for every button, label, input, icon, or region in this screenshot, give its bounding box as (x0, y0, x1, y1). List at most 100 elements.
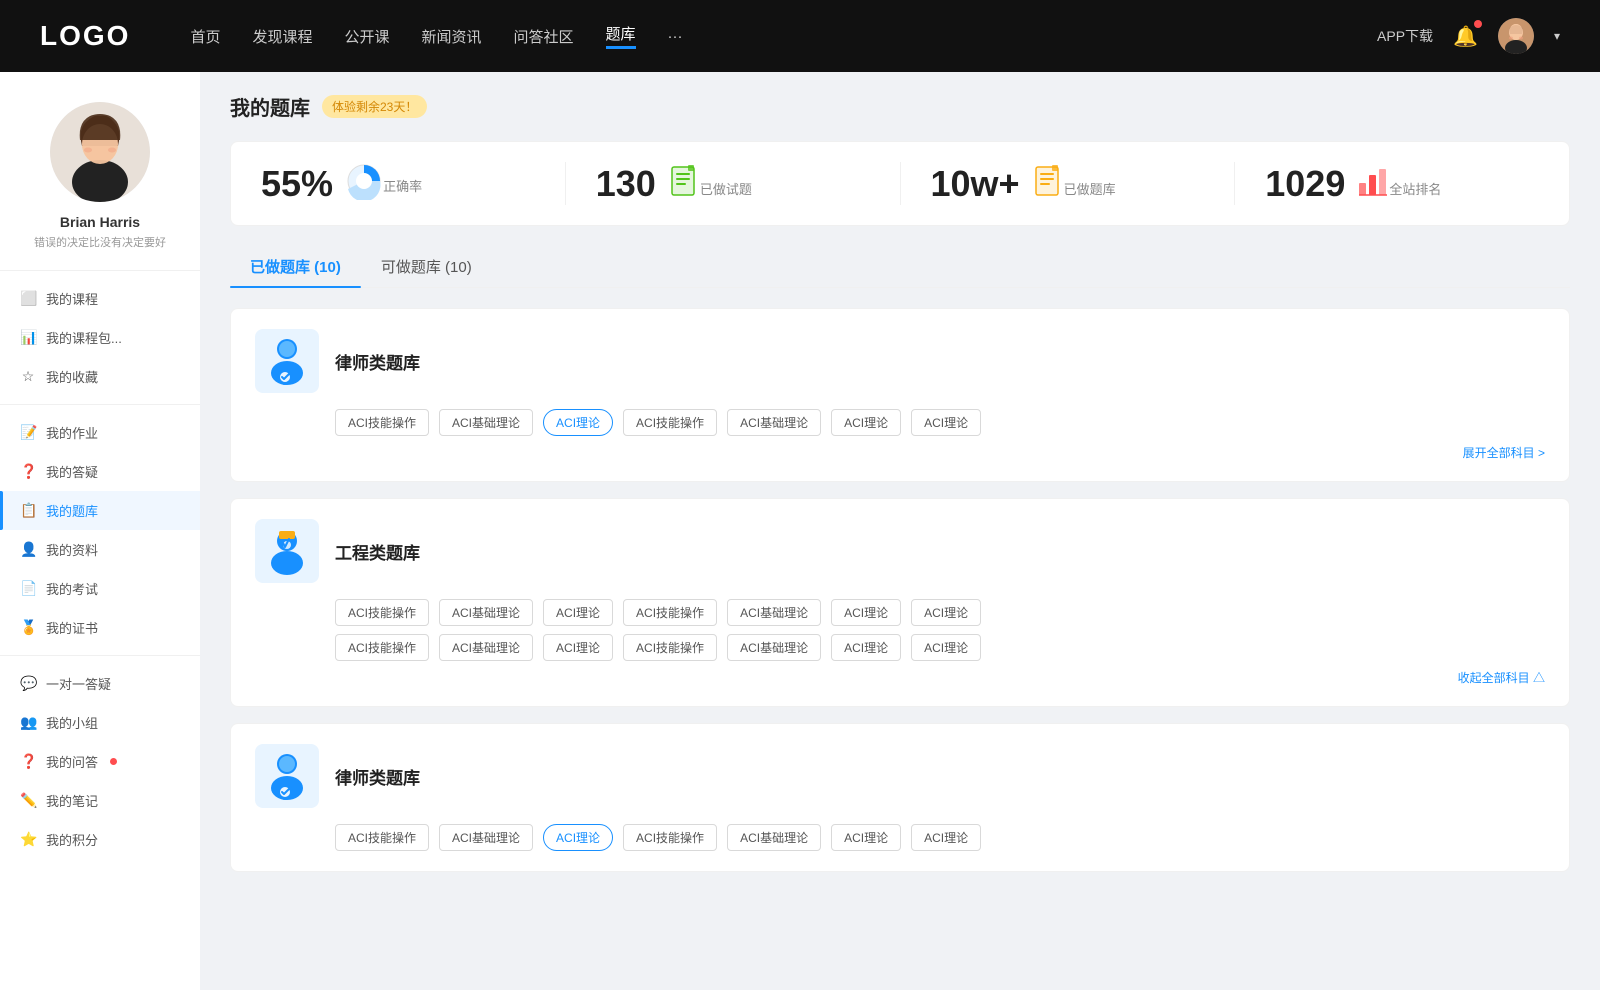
nav-item-more[interactable]: ··· (668, 28, 683, 45)
bank-tag-1-4[interactable]: ACI基础理论 (727, 409, 821, 436)
bank-tag-3-2[interactable]: ACI理论 (543, 824, 613, 851)
sidebar-item-1on1[interactable]: 💬 一对一答疑 (0, 664, 200, 703)
sidebar-item-label: 我的考试 (46, 579, 98, 598)
nav-item-qa[interactable]: 问答社区 (514, 26, 574, 47)
bank-tag-3-5[interactable]: ACI理论 (831, 824, 901, 851)
bank-card-2-tags-area: ACI技能操作 ACI基础理论 ACI理论 ACI技能操作 ACI基础理论 AC… (335, 599, 1545, 686)
avatar-image (1498, 18, 1534, 54)
tab-done-banks[interactable]: 已做题库 (10) (230, 246, 361, 287)
stat-done-questions: 130 已做试题 (566, 162, 901, 205)
bank-tag-2-1-3[interactable]: ACI技能操作 (623, 634, 717, 661)
tab-available-banks[interactable]: 可做题库 (10) (361, 246, 492, 287)
sidebar-item-label: 我的问答 (46, 752, 98, 771)
sidebar-item-bank[interactable]: 📋 我的题库 (0, 491, 200, 530)
bank-tag-2-1-4[interactable]: ACI基础理论 (727, 634, 821, 661)
lawyer-icon (263, 335, 311, 387)
sidebar-item-profile[interactable]: 👤 我的资料 (0, 530, 200, 569)
bank-card-1-header: 律师类题库 (255, 329, 1545, 393)
nav-item-opencourse[interactable]: 公开课 (344, 26, 389, 47)
nav-items: 首页 发现课程 公开课 新闻资讯 问答社区 题库 ··· (190, 23, 682, 49)
bank-tag-2-0-2[interactable]: ACI理论 (543, 599, 613, 626)
bank-tag-3-1[interactable]: ACI基础理论 (439, 824, 533, 851)
qa-icon: ❓ (20, 463, 36, 480)
stat-value: 1029 (1265, 163, 1345, 205)
notes-icon: ✏️ (20, 792, 36, 809)
sidebar-item-label: 一对一答疑 (46, 674, 111, 693)
sidebar-item-homework[interactable]: 📝 我的作业 (0, 413, 200, 452)
bank-card-2-header: 工程类题库 (255, 519, 1545, 583)
bank-tag-3-4[interactable]: ACI基础理论 (727, 824, 821, 851)
nav-item-discover[interactable]: 发现课程 (252, 26, 312, 47)
bank-card-1-title: 律师类题库 (335, 349, 420, 374)
sidebar-item-course-package[interactable]: 📊 我的课程包... (0, 318, 200, 357)
profile-motto: 错误的决定比没有决定要好 (24, 234, 176, 250)
stat-value: 55% (261, 163, 333, 205)
sidebar-item-label: 我的证书 (46, 618, 98, 637)
favorites-icon: ☆ (20, 368, 36, 385)
questions-dot-badge (110, 758, 117, 765)
bank-card-2-tags-row-2: ACI技能操作 ACI基础理论 ACI理论 ACI技能操作 ACI基础理论 AC… (335, 634, 1545, 661)
user-avatar[interactable] (1498, 18, 1534, 54)
bank-tag-2-1-1[interactable]: ACI基础理论 (439, 634, 533, 661)
stat-label-done: 已做试题 (700, 173, 752, 198)
bank-card-1: 律师类题库 ACI技能操作 ACI基础理论 ACI理论 ACI技能操作 ACI基… (230, 308, 1570, 482)
sidebar-item-certificate[interactable]: 🏅 我的证书 (0, 608, 200, 647)
stat-ranking: 1029 全站排名 (1235, 162, 1569, 205)
sidebar-item-favorites[interactable]: ☆ 我的收藏 (0, 357, 200, 396)
navbar: LOGO 首页 发现课程 公开课 新闻资讯 问答社区 题库 ··· APP下载 … (0, 0, 1600, 72)
nav-item-home[interactable]: 首页 (190, 26, 220, 47)
bank-card-3-title: 律师类题库 (335, 764, 420, 789)
sidebar-item-label: 我的课程 (46, 289, 98, 308)
bank-tag-2-0-6[interactable]: ACI理论 (911, 599, 981, 626)
stat-label-accuracy: 正确率 (383, 148, 422, 195)
bank-tag-3-3[interactable]: ACI技能操作 (623, 824, 717, 851)
sidebar-item-questions[interactable]: ❓ 我的问答 (0, 742, 200, 781)
bank-tag-1-6[interactable]: ACI理论 (911, 409, 981, 436)
bank-tag-2-0-1[interactable]: ACI基础理论 (439, 599, 533, 626)
bank-card-1-icon (255, 329, 319, 393)
main-content: 我的题库 体验剩余23天！ 55% 正确率 (200, 72, 1600, 990)
bank-tag-3-6[interactable]: ACI理论 (911, 824, 981, 851)
nav-item-news[interactable]: 新闻资讯 (422, 26, 482, 47)
bank-tag-2-1-6[interactable]: ACI理论 (911, 634, 981, 661)
nav-item-bank[interactable]: 题库 (606, 23, 636, 49)
sidebar-item-label: 我的资料 (46, 540, 98, 559)
bank-tag-2-0-3[interactable]: ACI技能操作 (623, 599, 717, 626)
stat-number-banks: 10w+ (931, 163, 1064, 205)
profile-avatar (50, 102, 150, 202)
bank-tag-1-3[interactable]: ACI技能操作 (623, 409, 717, 436)
sidebar-menu: ⬜ 我的课程 📊 我的课程包... ☆ 我的收藏 📝 我的作业 ❓ 我的答疑 📋 (0, 271, 200, 867)
sidebar-item-label: 我的课程包... (46, 328, 122, 347)
bank-tag-2-1-5[interactable]: ACI理论 (831, 634, 901, 661)
sidebar-item-exam[interactable]: 📄 我的考试 (0, 569, 200, 608)
bank-tag-1-0[interactable]: ACI技能操作 (335, 409, 429, 436)
app-download-link[interactable]: APP下载 (1377, 26, 1433, 46)
bank-tag-2-0-0[interactable]: ACI技能操作 (335, 599, 429, 626)
bank-card-2-collapse[interactable]: 收起全部科目 △ (335, 669, 1545, 686)
sidebar-item-points[interactable]: ⭐ 我的积分 (0, 820, 200, 859)
bank-card-1-expand[interactable]: 展开全部科目 > (255, 444, 1545, 461)
bank-tag-2-1-0[interactable]: ACI技能操作 (335, 634, 429, 661)
bank-tag-2-1-2[interactable]: ACI理论 (543, 634, 613, 661)
sidebar-item-qa[interactable]: ❓ 我的答疑 (0, 452, 200, 491)
bank-tag-2-0-5[interactable]: ACI理论 (831, 599, 901, 626)
points-icon: ⭐ (20, 831, 36, 848)
lawyer-icon-2 (263, 750, 311, 802)
bank-tag-2-0-4[interactable]: ACI基础理论 (727, 599, 821, 626)
sidebar-item-label: 我的作业 (46, 423, 98, 442)
sidebar-divider-2 (0, 655, 200, 656)
sidebar-item-course[interactable]: ⬜ 我的课程 (0, 279, 200, 318)
bank-tag-1-2[interactable]: ACI理论 (543, 409, 613, 436)
bank-card-2-tags-row-1: ACI技能操作 ACI基础理论 ACI理论 ACI技能操作 ACI基础理论 AC… (335, 599, 1545, 626)
bank-tag-1-5[interactable]: ACI理论 (831, 409, 901, 436)
sidebar-item-group[interactable]: 👥 我的小组 (0, 703, 200, 742)
notification-bell[interactable]: 🔔 (1453, 24, 1478, 49)
stat-value: 130 (596, 163, 656, 205)
1on1-icon: 💬 (20, 675, 36, 692)
page-title: 我的题库 (230, 92, 310, 121)
avatar-dropdown-arrow[interactable]: ▾ (1554, 29, 1560, 43)
sidebar-item-notes[interactable]: ✏️ 我的笔记 (0, 781, 200, 820)
bank-tag-3-0[interactable]: ACI技能操作 (335, 824, 429, 851)
bank-tag-1-1[interactable]: ACI基础理论 (439, 409, 533, 436)
sidebar-item-label: 我的答疑 (46, 462, 98, 481)
